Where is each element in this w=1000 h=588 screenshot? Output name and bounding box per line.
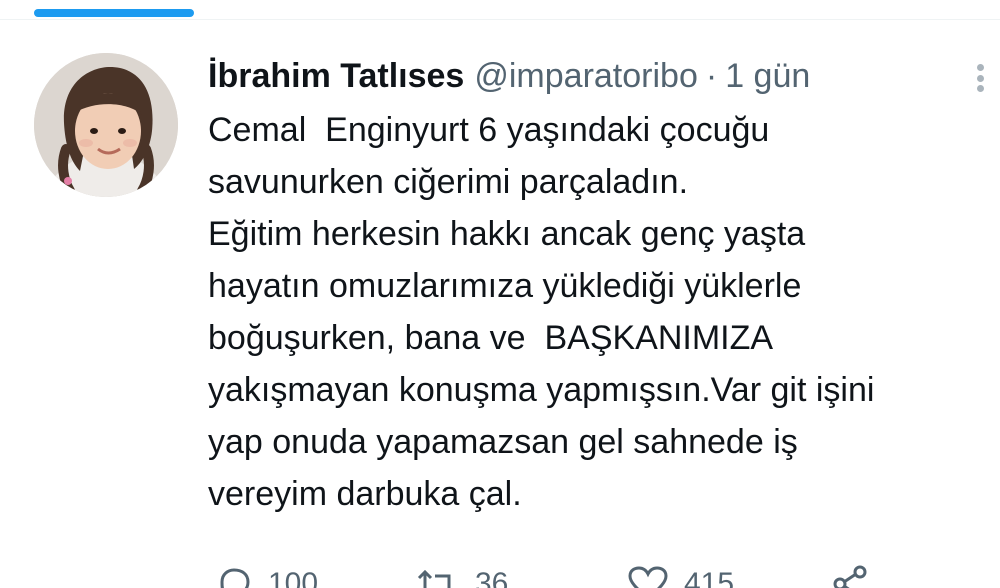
avatar[interactable] — [34, 53, 178, 197]
tweet-text-line: vereyim darbuka çal. — [208, 475, 522, 513]
tweet-text-line: Cemal Enginyurt 6 yaşındaki çocuğu — [208, 111, 770, 149]
more-options-button[interactable] — [968, 58, 992, 98]
more-dot-icon — [976, 85, 984, 92]
author-handle[interactable]: @imparatoribo — [474, 52, 698, 100]
tweet-text-line: boğuşurken, bana ve BAŞKANIMIZA — [208, 319, 774, 357]
share-icon — [833, 565, 867, 588]
tweet-screen: İbrahim Tatlıses @imparatoribo · 1 gün C… — [0, 0, 1000, 588]
tweet-text-line: Eğitim herkesin hakkı ancak genç yaşta — [208, 215, 806, 253]
retweet-icon — [417, 569, 451, 588]
retweet-count: 36 — [475, 567, 509, 588]
tweet-timestamp[interactable]: 1 gün — [725, 52, 810, 100]
like-count: 415 — [684, 567, 735, 588]
more-dot-icon — [976, 64, 984, 71]
retweet-button[interactable]: 36 — [413, 566, 508, 588]
tweet-text-line: savunurken ciğerimi parçaladın. — [208, 163, 689, 201]
reply-button[interactable]: 100 — [214, 566, 318, 588]
reply-icon — [220, 568, 250, 588]
tweet-text-line: yakışmayan konuşma yapmışsın.Var git işi… — [208, 371, 875, 409]
tweet-text: Cemal Enginyurt 6 yaşındaki çocuğu savun… — [208, 104, 998, 520]
author-display-name[interactable]: İbrahim Tatlıses — [208, 52, 464, 100]
active-tab-indicator — [34, 9, 194, 17]
heart-icon — [628, 566, 668, 588]
tweet-content: İbrahim Tatlıses @imparatoribo · 1 gün C… — [208, 52, 998, 520]
share-button[interactable] — [830, 564, 870, 588]
tweet-actions: 100 36 415 — [208, 560, 908, 588]
tweet-text-line: hayatın omuzlarımıza yüklediği yüklerle — [208, 267, 802, 305]
like-button[interactable]: 415 — [626, 566, 734, 588]
divider — [0, 19, 1000, 20]
tweet-header: İbrahim Tatlıses @imparatoribo · 1 gün — [208, 52, 998, 100]
avatar-photo-icon — [34, 53, 178, 197]
reply-count: 100 — [268, 567, 319, 588]
header-separator: · — [705, 57, 718, 95]
tweet-text-line: yap onuda yapamazsan gel sahnede iş — [208, 423, 798, 461]
more-dot-icon — [976, 74, 984, 82]
